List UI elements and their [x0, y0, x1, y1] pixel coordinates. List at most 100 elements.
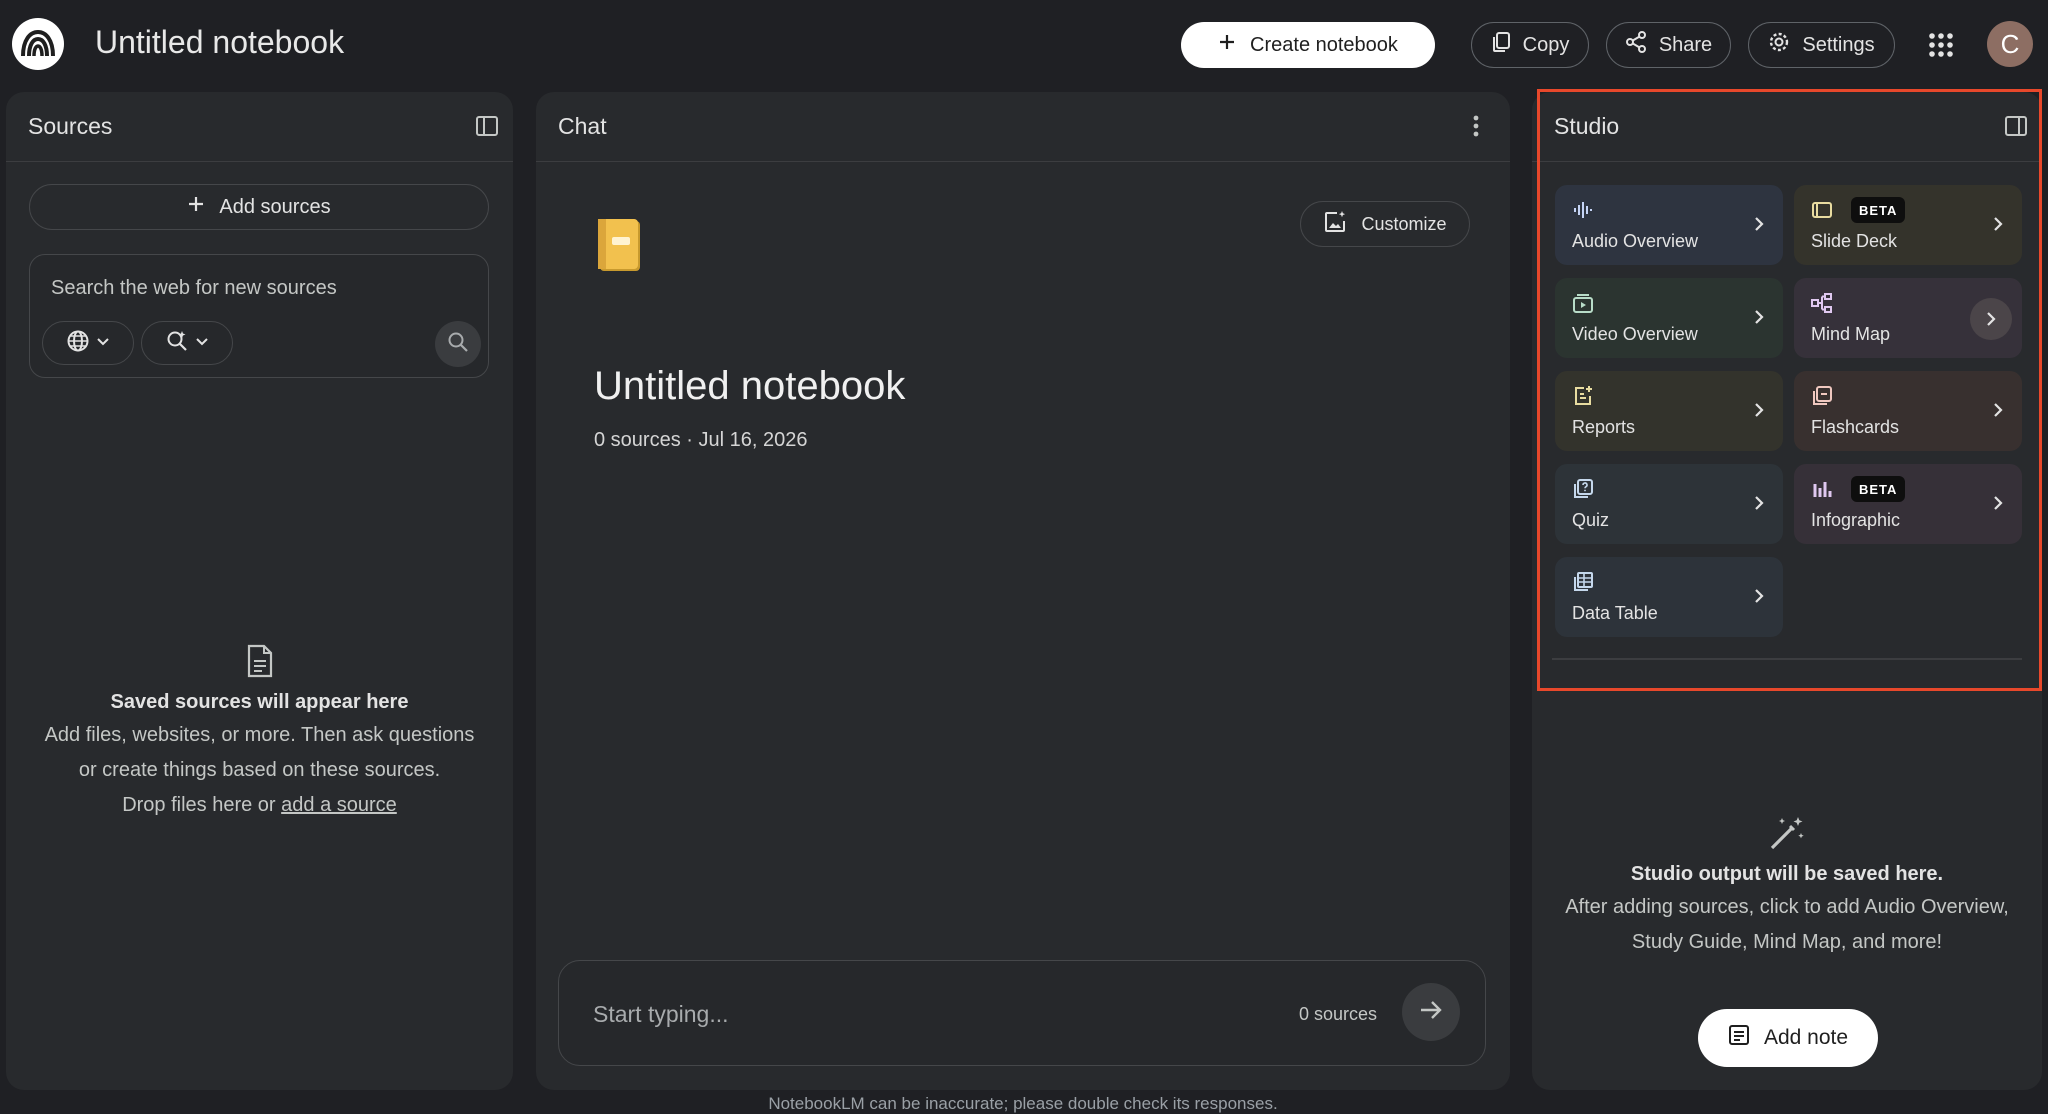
magic-wand-icon [1768, 817, 1806, 856]
share-icon [1625, 31, 1647, 59]
sources-panel: Sources Add sources Search the web for n… [6, 92, 513, 1090]
mind-map-icon [1811, 292, 1833, 314]
studio-tile-quiz[interactable]: Quiz [1555, 464, 1783, 544]
copy-label: Copy [1522, 33, 1570, 56]
beta-badge: BETA [1851, 197, 1906, 223]
disclaimer-text: NotebookLM can be inaccurate; please dou… [768, 1094, 1278, 1113]
document-icon [246, 644, 274, 682]
note-icon [1728, 1024, 1750, 1052]
chevron-right-icon [1992, 215, 2004, 238]
add-sources-button[interactable]: Add sources [29, 184, 489, 230]
sources-empty-state: Saved sources will appear here Add files… [6, 644, 513, 823]
copy-icon [1491, 31, 1511, 59]
settings-button[interactable]: Settings [1748, 22, 1895, 68]
empty-sources-line: Drop files here or add a source [6, 788, 513, 823]
search-icon [447, 331, 469, 358]
studio-tile-flashcards[interactable]: Flashcards [1794, 371, 2022, 451]
beta-badge: BETA [1851, 476, 1906, 502]
chevron-right-icon [1753, 215, 1765, 238]
studio-tile-infographic[interactable]: BETA Infographic [1794, 464, 2022, 544]
notebook-meta: 0 sources · Jul 16, 2026 [594, 429, 808, 451]
studio-tile-label: Quiz [1572, 510, 1610, 530]
studio-header: Studio [1532, 92, 2042, 162]
studio-tile-data-table[interactable]: Data Table [1555, 557, 1783, 637]
studio-tile-label: Flashcards [1811, 417, 1900, 437]
studio-tile-label: Infographic [1811, 510, 1901, 530]
studio-tile-video-overview[interactable]: Video Overview [1555, 278, 1783, 358]
customize-image-icon [1323, 210, 1347, 239]
customize-label: Customize [1361, 213, 1447, 234]
studio-tile-mind-map[interactable]: Mind Map [1794, 278, 2022, 358]
studio-panel: Studio Audio Overview BETA Slide Deck Video… [1532, 92, 2042, 1090]
globe-icon [66, 329, 90, 358]
sources-title: Sources [28, 113, 113, 139]
add-sources-label: Add sources [219, 195, 331, 218]
studio-empty-title: Studio output will be saved here. [1630, 863, 1944, 885]
chevron-right-icon [1992, 494, 2004, 517]
reports-icon [1572, 385, 1594, 407]
chat-panel: Chat Customize Untitled notebook 0 sourc… [536, 92, 1510, 1090]
infographic-icon [1811, 478, 1833, 500]
add-a-source-link[interactable]: add a source [281, 794, 397, 816]
studio-tile-label: Reports [1572, 417, 1636, 437]
video-icon [1572, 292, 1594, 314]
studio-tile-label: Data Table [1572, 603, 1658, 623]
web-search-box: Search the web for new sources [29, 254, 489, 378]
share-button[interactable]: Share [1606, 22, 1731, 68]
chevron-right-icon [1992, 401, 2004, 424]
chat-input-box[interactable]: Start typing... 0 sources [558, 960, 1486, 1066]
arrow-right-icon [1418, 997, 1444, 1028]
studio-tile-reports[interactable]: Reports [1555, 371, 1783, 451]
studio-tile-label: Audio Overview [1572, 231, 1699, 251]
chevron-right-icon [1753, 308, 1765, 331]
table-icon [1572, 571, 1594, 593]
flashcards-icon [1811, 385, 1833, 407]
search-source-dropdown[interactable] [42, 321, 134, 365]
audio-waveform-icon [1572, 199, 1594, 221]
sparkle-search-icon [165, 329, 189, 358]
notebook-heading: Untitled notebook [594, 364, 906, 408]
notebook-title[interactable]: Untitled notebook [95, 24, 344, 61]
chevron-down-icon [96, 334, 110, 353]
avatar[interactable]: C [1987, 21, 2033, 67]
top-bar: Untitled notebook Create notebook Copy S… [0, 0, 2048, 90]
add-note-button[interactable]: Add note [1698, 1009, 1878, 1067]
studio-tile-slide-deck[interactable]: BETA Slide Deck [1794, 185, 2022, 265]
empty-sources-line: Add files, websites, or more. Then ask q… [44, 724, 475, 746]
more-vert-icon[interactable] [1472, 114, 1480, 144]
send-button[interactable] [1402, 983, 1460, 1041]
apps-grid-icon[interactable] [1928, 32, 1954, 58]
studio-tile-label: Mind Map [1811, 324, 1891, 344]
empty-sources-title: Saved sources will appear here [110, 691, 409, 713]
studio-empty-line: After adding sources, click to add Audio… [1565, 896, 2009, 918]
settings-label: Settings [1802, 33, 1875, 56]
plus-icon [1218, 33, 1236, 57]
chat-input[interactable]: Start typing... [593, 1001, 729, 1028]
chat-title: Chat [558, 113, 607, 139]
create-notebook-button[interactable]: Create notebook [1181, 22, 1435, 68]
chevron-right-icon [1753, 494, 1765, 517]
drop-files-text: Drop files here or [122, 794, 282, 816]
empty-sources-text: Add files, websites, or more. Then ask q… [6, 718, 513, 823]
research-mode-dropdown[interactable] [141, 321, 233, 365]
notebooklm-logo-icon[interactable] [12, 18, 64, 70]
studio-tile-label: Video Overview [1572, 324, 1698, 344]
add-note-label: Add note [1763, 1026, 1849, 1049]
search-submit-button[interactable] [435, 321, 481, 367]
studio-tile-audio-overview[interactable]: Audio Overview [1555, 185, 1783, 265]
customize-button[interactable]: Customize [1300, 201, 1470, 247]
studio-title: Studio [1554, 113, 1620, 139]
create-notebook-label: Create notebook [1250, 33, 1398, 56]
collapse-panel-icon[interactable] [2004, 114, 2028, 144]
empty-sources-line: or create things based on these sources. [78, 759, 441, 781]
chevron-right-icon [1753, 401, 1765, 424]
web-search-input[interactable]: Search the web for new sources [51, 277, 337, 300]
chat-header: Chat [536, 92, 1510, 162]
chevron-right-icon[interactable] [1970, 298, 2012, 340]
copy-button[interactable]: Copy [1471, 22, 1589, 68]
chat-source-count: 0 sources [1299, 1004, 1378, 1024]
slides-icon [1811, 199, 1833, 221]
studio-divider [1552, 658, 2022, 660]
collapse-panel-icon[interactable] [475, 114, 499, 144]
quiz-icon [1572, 478, 1594, 500]
